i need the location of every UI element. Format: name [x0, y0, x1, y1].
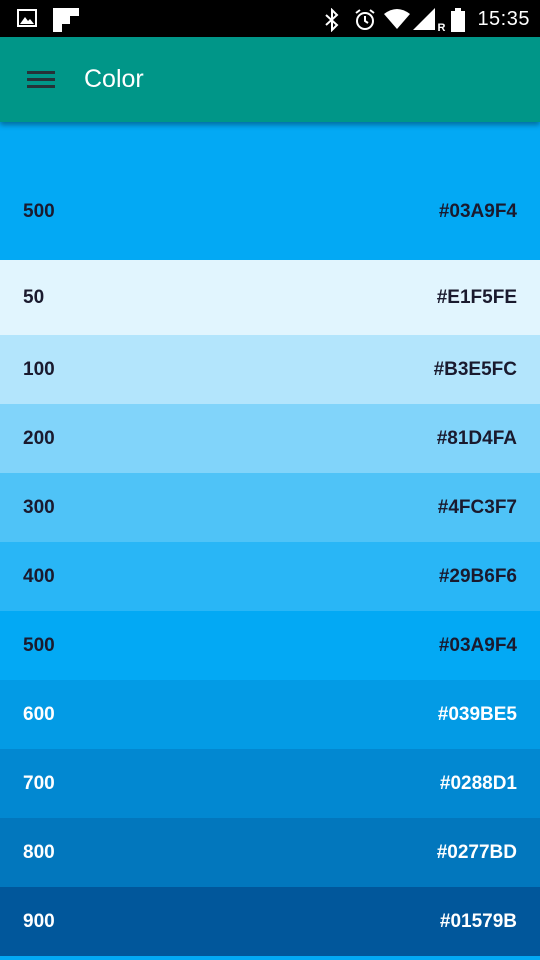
battery-icon: [451, 8, 466, 32]
swatch-row-500[interactable]: 500 #03A9F4: [0, 611, 540, 680]
swatch-shade-label: 700: [23, 772, 55, 794]
swatch-shade-label: 500: [23, 634, 55, 656]
status-notifications: [17, 8, 79, 32]
swatch-shade-label: 400: [23, 565, 55, 587]
app-bar: Color: [0, 37, 540, 122]
swatch-shade-label: 200: [23, 427, 55, 449]
flipboard-icon: [53, 8, 79, 32]
swatch-shade-label: 300: [23, 496, 55, 518]
swatch-row-900[interactable]: 900 #01579B: [0, 887, 540, 956]
swatch-row-200[interactable]: 200 #81D4FA: [0, 404, 540, 473]
swatch-shade-label: 900: [23, 910, 55, 932]
roaming-indicator: R: [437, 22, 446, 34]
swatch-hex-label: #0277BD: [436, 841, 517, 863]
swatch-shade-label: 100: [23, 358, 55, 380]
swatch-hex-label: #01579B: [439, 910, 517, 932]
status-bar: R 15:35: [0, 0, 540, 37]
wifi-icon: [383, 8, 411, 30]
swatch-hex-label: #B3E5FC: [433, 358, 517, 380]
header-shade-label: 500: [23, 201, 55, 222]
swatch-hex-label: #03A9F4: [438, 634, 517, 656]
swatch-hex-label: #0288D1: [439, 772, 517, 794]
header-hex-label: #03A9F4: [438, 201, 517, 222]
swatch-row-800[interactable]: 800 #0277BD: [0, 818, 540, 887]
alarm-icon: [353, 8, 376, 30]
hamburger-menu-icon[interactable]: [22, 63, 60, 95]
page-title: Color: [84, 65, 144, 93]
swatch-row-700[interactable]: 700 #0288D1: [0, 749, 540, 818]
swatch-row-50[interactable]: 50 #E1F5FE: [0, 260, 540, 335]
signal-icon: R: [413, 8, 445, 34]
status-time: 15:35: [477, 7, 530, 30]
color-swatch-list: 50 #E1F5FE 100 #B3E5FC 200 #81D4FA 300 #…: [0, 260, 540, 956]
image-icon: [17, 8, 39, 30]
swatch-hex-label: #039BE5: [437, 703, 517, 725]
swatch-shade-label: 50: [23, 286, 45, 308]
swatch-hex-label: #E1F5FE: [436, 286, 517, 308]
swatch-row-400[interactable]: 400 #29B6F6: [0, 542, 540, 611]
swatch-hex-label: #81D4FA: [436, 427, 517, 449]
status-system-icons: R 15:35: [323, 6, 530, 34]
swatch-shade-label: 800: [23, 841, 55, 863]
bluetooth-icon: [323, 8, 345, 32]
primary-color-header: 500 #03A9F4: [0, 122, 540, 260]
swatch-row-300[interactable]: 300 #4FC3F7: [0, 473, 540, 542]
swatch-hex-label: #4FC3F7: [437, 496, 517, 518]
swatch-row-100[interactable]: 100 #B3E5FC: [0, 335, 540, 404]
swatch-row-600[interactable]: 600 #039BE5: [0, 680, 540, 749]
swatch-shade-label: 600: [23, 703, 55, 725]
swatch-hex-label: #29B6F6: [438, 565, 517, 587]
